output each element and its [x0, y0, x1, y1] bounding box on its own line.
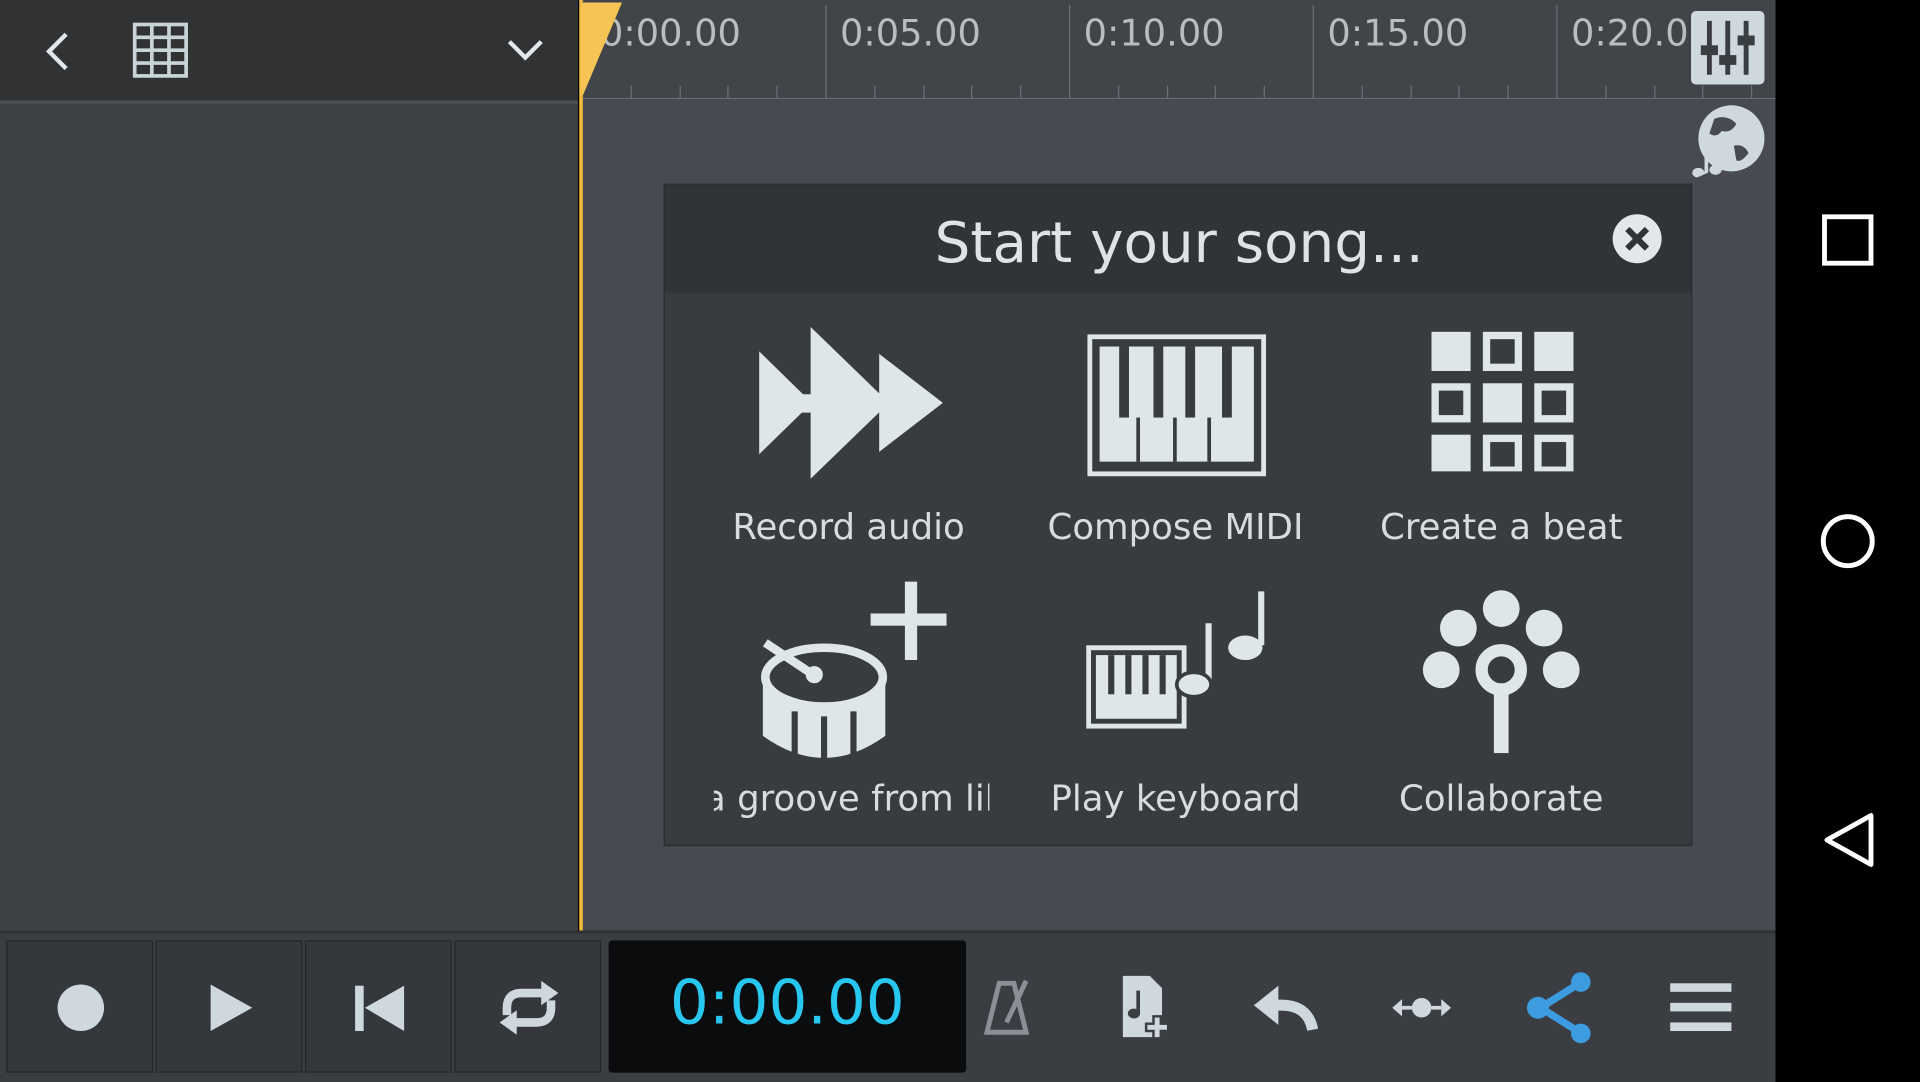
collaborate-option[interactable]: Collaborate [1336, 577, 1667, 834]
grid-view-button[interactable] [132, 22, 188, 78]
track-list-panel [0, 104, 578, 931]
dialog-title: Start your song... [934, 209, 1424, 276]
minor-tick [971, 85, 973, 98]
option-label: Compose MIDI [1047, 505, 1304, 548]
loop-icon [499, 980, 559, 1035]
piano-icon [1087, 334, 1267, 477]
record-audio-icon [759, 326, 943, 479]
zoom-fit-icon [1392, 997, 1452, 1018]
option-label: Play keyboard [1050, 777, 1301, 820]
timeline-ruler[interactable]: 0:00.00 0:05.00 0:10.00 0:15.00 0:20.00 [581, 0, 1776, 100]
play-keyboard-option[interactable]: Play keyboard [1010, 577, 1341, 834]
major-tick [1068, 4, 1071, 98]
close-button[interactable] [1611, 213, 1662, 264]
option-label-clip: Add a groove from library [714, 778, 990, 827]
android-nav-bar [1775, 0, 1920, 1081]
time-label: 0:05.00 [840, 12, 981, 56]
community-button[interactable] [1685, 102, 1771, 188]
metronome-icon [983, 979, 1030, 1035]
back-triangle-icon[interactable] [1822, 811, 1876, 870]
option-label: Add a groove from library [714, 777, 990, 820]
current-time: 0:00.00 [669, 967, 905, 1039]
major-tick [825, 4, 827, 98]
create-beat-option[interactable]: Create a beat [1336, 320, 1667, 565]
track-dropdown-button[interactable] [502, 32, 549, 69]
minor-tick [1117, 85, 1119, 98]
time-label: 0:15.00 [1327, 12, 1469, 56]
rewind-button[interactable] [304, 940, 452, 1073]
add-groove-option[interactable]: Add a groove from library [714, 577, 990, 834]
home-circle-icon[interactable] [1818, 512, 1877, 571]
chevron-left-icon [45, 32, 68, 71]
option-label: Record audio [732, 505, 965, 548]
record-button[interactable] [6, 940, 154, 1073]
back-button[interactable] [37, 27, 79, 76]
minor-tick [1605, 85, 1607, 98]
minor-tick [1263, 85, 1266, 98]
minor-tick [1215, 85, 1217, 98]
undo-icon [1253, 985, 1319, 1032]
playhead-handle-icon[interactable] [580, 2, 624, 98]
minor-tick [874, 85, 876, 98]
menu-button[interactable] [1664, 971, 1737, 1044]
drum-add-icon [761, 581, 947, 766]
minor-tick [1507, 85, 1509, 98]
minor-tick [727, 85, 730, 98]
compose-midi-option[interactable]: Compose MIDI [1010, 320, 1341, 565]
menu-icon [1670, 983, 1732, 1032]
globe-music-icon [1692, 105, 1765, 178]
minor-tick [630, 85, 632, 98]
minor-tick [922, 85, 924, 98]
metronome-button[interactable] [970, 971, 1043, 1044]
major-tick [1556, 4, 1558, 98]
recents-square-icon[interactable] [1822, 214, 1874, 266]
add-audio-file-icon [1122, 975, 1170, 1040]
chevron-down-icon [507, 40, 543, 61]
record-icon [57, 984, 105, 1032]
time-display: 0:00.00 [608, 940, 967, 1073]
option-label: Collaborate [1399, 777, 1604, 820]
beat-pads-icon [1431, 331, 1574, 472]
close-circle-icon [1612, 214, 1662, 264]
minor-tick [1166, 85, 1168, 98]
minor-tick [1020, 85, 1022, 98]
minor-tick [1458, 85, 1461, 98]
add-audio-file-button[interactable] [1108, 971, 1181, 1044]
mixer-icon [1700, 20, 1755, 75]
minor-tick [1751, 85, 1753, 98]
playhead[interactable] [579, 0, 583, 931]
start-song-dialog: Start your song... Record audio Compose … [663, 183, 1693, 847]
minor-tick [679, 85, 681, 98]
loop-button[interactable] [454, 940, 602, 1073]
play-icon [210, 984, 253, 1032]
collaborate-icon [1422, 590, 1580, 754]
major-tick [1312, 4, 1314, 98]
zoom-fit-button[interactable] [1385, 971, 1458, 1044]
minor-tick [1410, 85, 1412, 98]
skip-back-icon [355, 985, 405, 1032]
time-label: 0:10.00 [1083, 12, 1225, 56]
keyboard-notes-icon [1086, 591, 1265, 729]
minor-tick [1653, 85, 1656, 98]
share-button[interactable] [1523, 971, 1596, 1044]
option-label: Create a beat [1380, 505, 1623, 548]
top-toolbar [0, 0, 578, 105]
undo-button[interactable] [1247, 971, 1320, 1044]
time-label: 0:20.00 [1571, 12, 1689, 56]
share-icon [1526, 972, 1591, 1044]
minor-tick [1361, 85, 1363, 98]
mixer-button[interactable] [1691, 11, 1765, 85]
record-audio-option[interactable]: Record audio [683, 320, 1014, 565]
minor-tick [1702, 85, 1704, 98]
grid-icon [132, 22, 188, 78]
play-button[interactable] [155, 940, 303, 1073]
minor-tick [776, 85, 778, 98]
